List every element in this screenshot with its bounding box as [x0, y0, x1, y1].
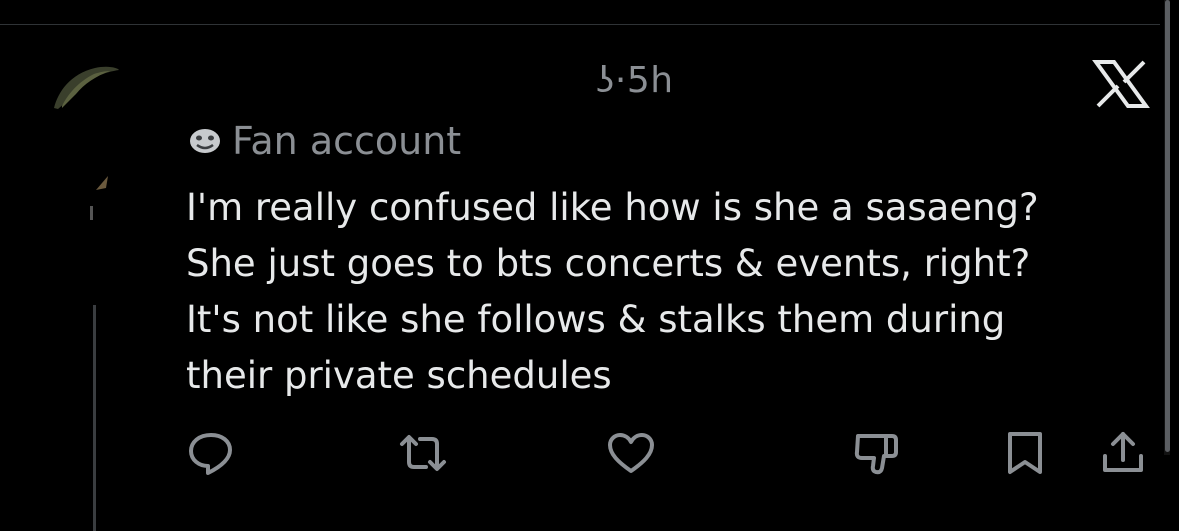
author-row[interactable]: Fan account: [188, 119, 461, 163]
avatar[interactable]: [50, 62, 120, 110]
thread-fragment: [90, 176, 108, 220]
x-logo-icon[interactable]: [1092, 60, 1150, 108]
dislike-icon[interactable]: [852, 430, 902, 476]
tweet-line: their private schedules: [186, 354, 612, 397]
reply-icon[interactable]: [186, 430, 236, 476]
tweet-line: I'm really confused like how is she a sa…: [186, 186, 1039, 229]
tweet-line: It's not like she follows & stalks them …: [186, 298, 1006, 341]
share-icon[interactable]: [1098, 430, 1148, 476]
tweet-line: She just goes to bts concerts & events, …: [186, 242, 1031, 285]
author-emoji-icon: [190, 129, 220, 153]
scrollbar-thumb[interactable]: [1165, 0, 1170, 452]
author-name[interactable]: Fan account: [232, 119, 461, 163]
top-divider: [0, 24, 1160, 25]
bookmark-icon[interactable]: [1000, 430, 1050, 476]
like-icon[interactable]: [606, 430, 656, 476]
tweet-screen: ʖ·5h Fan account I'm really confused lik…: [0, 0, 1179, 531]
thread-connector-line: [93, 305, 96, 531]
tweet-timestamp: ʖ·5h: [596, 60, 674, 101]
tweet-text: I'm really confused like how is she a sa…: [186, 180, 1126, 404]
retweet-icon[interactable]: [398, 430, 448, 476]
